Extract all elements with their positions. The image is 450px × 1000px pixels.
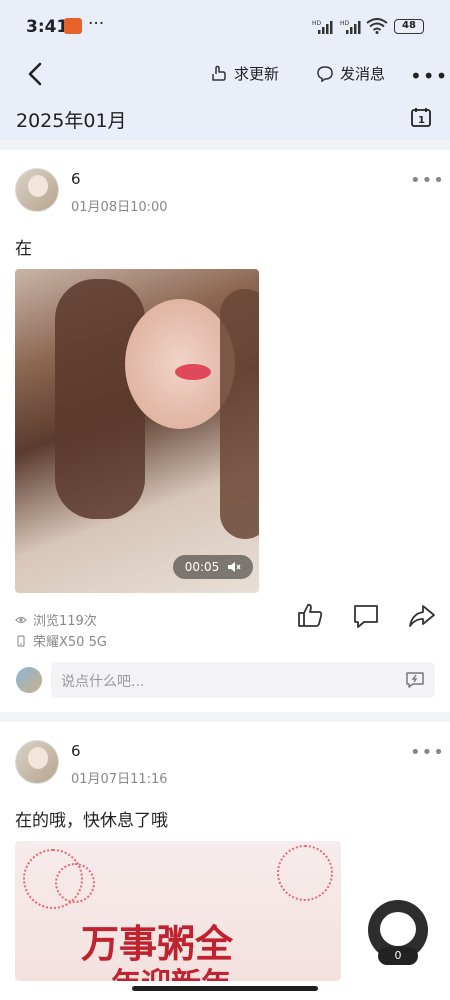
mascot-icon bbox=[380, 912, 416, 946]
status-bar: 3:41 ··· HD HD 48 bbox=[0, 0, 450, 52]
nav-row: 求更新 发消息 ••• bbox=[0, 52, 450, 96]
device-info: 荣耀X50 5G bbox=[15, 631, 107, 650]
view-count: 浏览119次 bbox=[15, 610, 97, 629]
battery-icon: 48 bbox=[394, 19, 424, 34]
hand-point-icon bbox=[212, 65, 226, 81]
video-controls[interactable]: 00:05 bbox=[173, 555, 253, 579]
device-label: 荣耀X50 5G bbox=[33, 635, 107, 650]
eye-icon bbox=[15, 616, 27, 623]
top-bar: 3:41 ··· HD HD 48 求更新 发消息 ••• 2025年01月 1 bbox=[0, 0, 450, 140]
mute-icon[interactable] bbox=[227, 561, 241, 573]
send-message-label: 发消息 bbox=[340, 65, 386, 83]
request-update-button[interactable]: 求更新 bbox=[210, 63, 279, 84]
comment-input[interactable]: 说点什么吧... bbox=[51, 662, 435, 698]
wifi-icon bbox=[366, 18, 388, 34]
video-duration: 00:05 bbox=[184, 560, 220, 574]
post-more-icon[interactable]: ••• bbox=[410, 742, 445, 763]
request-update-label: 求更新 bbox=[234, 65, 280, 83]
svg-text:HD: HD bbox=[312, 20, 322, 27]
month-title: 2025年01月 bbox=[16, 110, 127, 132]
signal-icon: HD bbox=[312, 20, 333, 34]
more-horizontal-icon[interactable]: ••• bbox=[410, 64, 448, 88]
app-notification-icon bbox=[64, 18, 82, 34]
post-text: 在 bbox=[15, 239, 32, 259]
post-timestamp: 01月07日11:16 bbox=[71, 772, 168, 787]
svg-text:HD: HD bbox=[340, 20, 350, 27]
svg-text:1: 1 bbox=[418, 115, 425, 126]
phone-icon bbox=[17, 634, 25, 647]
quick-reply-icon[interactable] bbox=[405, 671, 425, 689]
avatar[interactable] bbox=[15, 740, 59, 784]
post-card: 6 01月08日10:00 ••• 在 00:05 浏览119次 荣耀X50 5… bbox=[0, 150, 450, 712]
share-icon[interactable] bbox=[408, 603, 436, 629]
comment-placeholder: 说点什么吧... bbox=[61, 674, 145, 690]
post-username[interactable]: 6 bbox=[71, 742, 81, 760]
back-icon[interactable] bbox=[22, 60, 50, 88]
status-time: 3:41 bbox=[26, 17, 69, 37]
post-username[interactable]: 6 bbox=[71, 170, 81, 188]
floating-count-badge: 0 bbox=[378, 947, 418, 965]
comment-avatar bbox=[16, 667, 42, 693]
avatar[interactable] bbox=[15, 168, 59, 212]
comment-icon[interactable] bbox=[352, 603, 380, 629]
home-indicator[interactable] bbox=[132, 986, 318, 991]
post-video[interactable]: 00:05 bbox=[15, 269, 259, 593]
post-timestamp: 01月08日10:00 bbox=[71, 200, 168, 215]
calendar-icon[interactable]: 1 bbox=[410, 106, 432, 128]
view-count-label: 浏览119次 bbox=[33, 614, 97, 629]
chat-bubble-icon bbox=[317, 65, 333, 82]
signal-icon-2: HD bbox=[340, 20, 361, 34]
status-dots: ··· bbox=[88, 14, 105, 34]
image-text-line2: 年迎新年 bbox=[111, 959, 231, 981]
post-image[interactable]: 万事粥全 年迎新年 bbox=[15, 841, 341, 981]
post-more-icon[interactable]: ••• bbox=[410, 170, 445, 191]
send-message-button[interactable]: 发消息 bbox=[316, 63, 385, 84]
post-text: 在的哦，快休息了哦 bbox=[15, 811, 168, 831]
month-header: 2025年01月 1 bbox=[0, 96, 450, 140]
like-icon[interactable] bbox=[296, 602, 324, 628]
